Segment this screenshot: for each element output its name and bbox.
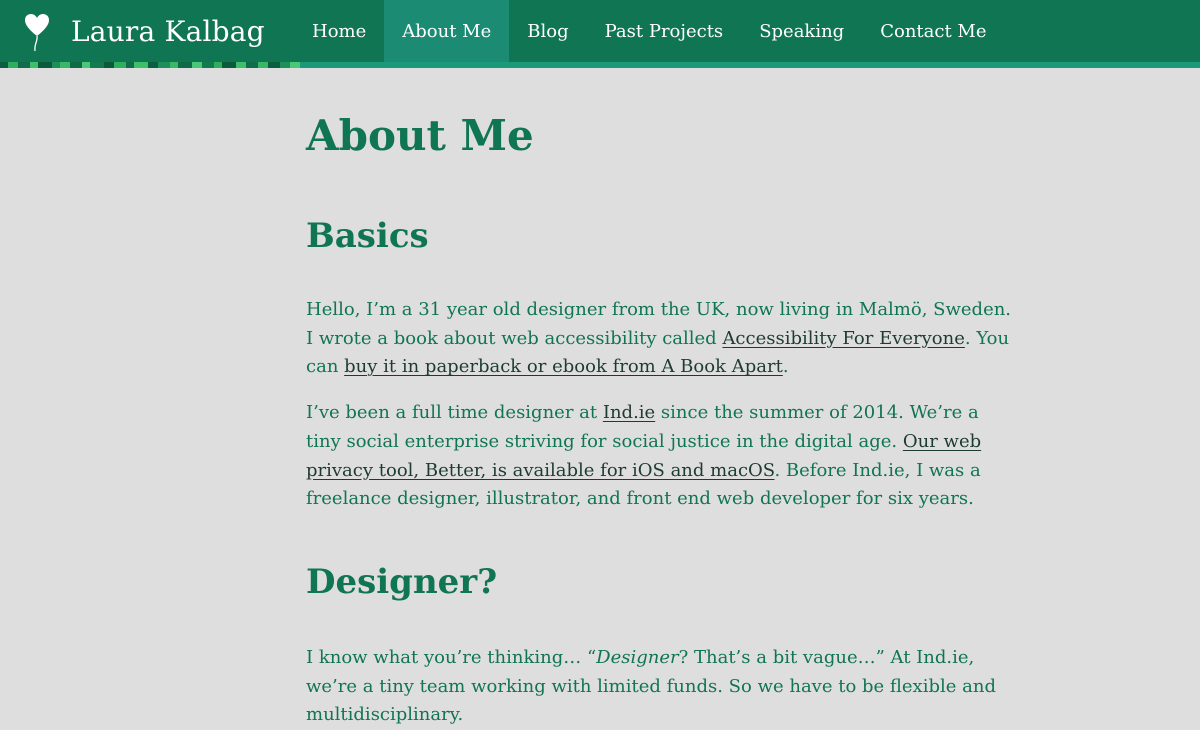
site-title[interactable]: Laura Kalbag [71,15,265,48]
paragraph-text: I’ve been a full time designer at [306,402,603,424]
pixel-pattern-decoration [0,62,300,68]
emphasis-text: Designer [596,646,679,668]
accessibility-for-everyone-link[interactable]: Accessibility For Everyone [722,328,964,349]
paragraph-text: I know what you’re thinking… “ [306,646,597,668]
section-heading-basics: Basics [306,216,429,256]
page-title: About Me [306,111,534,160]
heart-balloon-icon [24,12,50,52]
nav-item-speaking[interactable]: Speaking [741,0,862,62]
nav-item-past-projects[interactable]: Past Projects [587,0,742,62]
paragraph-text: . [782,356,789,378]
a-book-apart-link[interactable]: buy it in paperback or ebook from A Book… [344,356,783,377]
site-header: Laura Kalbag Home About Me Blog Past Pro… [0,0,1200,62]
nav-item-home[interactable]: Home [294,0,384,62]
main-content: About Me Basics Hello, I’m a 31 year old… [306,68,1026,730]
nav-item-contact-me[interactable]: Contact Me [862,0,1004,62]
site-logo[interactable]: Laura Kalbag [0,0,300,62]
designer-paragraph-1: I know what you’re thinking… “Designer? … [306,644,1018,730]
basics-paragraph-1: Hello, I’m a 31 year old designer from t… [306,296,1018,382]
nav-item-about-me[interactable]: About Me [384,0,510,62]
basics-paragraph-2: I’ve been a full time designer at Ind.ie… [306,399,1018,514]
ind-ie-link[interactable]: Ind.ie [603,402,655,423]
nav-item-blog[interactable]: Blog [509,0,586,62]
section-heading-designer: Designer? [306,561,498,602]
main-nav: Home About Me Blog Past Projects Speakin… [294,0,1005,62]
